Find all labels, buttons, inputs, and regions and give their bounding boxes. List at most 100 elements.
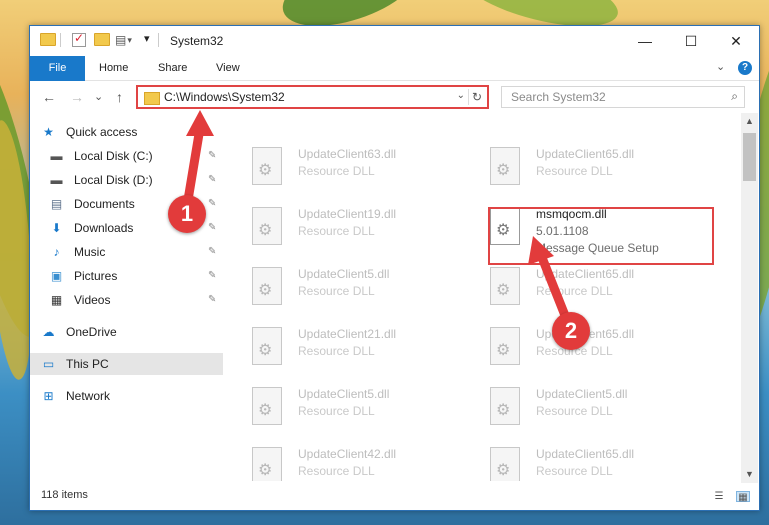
cloud-icon: ☁ — [42, 325, 55, 339]
separator — [158, 33, 159, 47]
highlight-box — [488, 207, 714, 265]
refresh-button[interactable]: ↻ — [468, 89, 485, 105]
sidebar-item[interactable]: ⊞ Network — [30, 385, 223, 407]
dll-file-icon — [252, 447, 282, 481]
file-item[interactable]: UpdateClient42.dll Resource DLL — [252, 443, 472, 481]
music-icon: ♪ — [53, 245, 60, 259]
file-item[interactable]: UpdateClient5.dll Resource DLL — [252, 383, 472, 433]
file-item[interactable]: UpdateClient63.dll Resource DLL — [252, 143, 472, 193]
file-item[interactable]: UpdateClient5.dll Resource DLL — [252, 263, 472, 313]
sidebar-item[interactable]: ▬ Local Disk (C:) ✎ — [30, 145, 223, 167]
network-icon: ⊞ — [43, 389, 54, 403]
customize-toolbar-icon[interactable]: ▤ ▾ — [115, 33, 132, 47]
minimize-button[interactable]: — — [622, 26, 668, 56]
dll-file-icon — [490, 267, 520, 305]
file-item[interactable]: UpdateClient65.dllResource DLL — [490, 143, 710, 193]
pin-icon[interactable]: ✎ — [208, 265, 216, 287]
file-name: UpdateClient5.dll — [298, 387, 390, 401]
file-type: Resource DLL — [536, 164, 613, 178]
search-input[interactable]: Search System32 ⌕ — [501, 86, 745, 108]
status-bar: 118 items ☰ ▦ — [30, 486, 759, 510]
pin-icon[interactable]: ✎ — [208, 289, 216, 311]
sidebar-item-label: OneDrive — [66, 325, 117, 339]
chevron-down-icon[interactable]: ⌄ — [457, 90, 465, 101]
file-list: UpdateClient63.dllResource DLLUpdateClie… — [225, 113, 741, 481]
file-item[interactable]: UpdateClient19.dll Resource DLL — [252, 203, 472, 253]
tab-view[interactable]: View — [216, 56, 240, 80]
address-path[interactable]: C:\Windows\System32 — [164, 90, 285, 104]
dll-file-icon — [490, 327, 520, 365]
dll-file-icon — [252, 327, 282, 365]
file-explorer-window: ▤▾ ▾ System32 — ☐ ✕ File Home Share View… — [29, 25, 760, 511]
item-count: 118 items — [41, 489, 88, 501]
tab-share[interactable]: Share — [158, 56, 187, 80]
drive-icon: ▬ — [50, 149, 63, 163]
file-name: UpdateClient5.dll — [536, 387, 628, 401]
pin-icon[interactable]: ✎ — [208, 169, 216, 191]
dll-file-icon — [252, 147, 282, 185]
details-view-icon[interactable]: ☰ — [712, 491, 726, 502]
navigation-pane: ★ Quick access ▬ Local Disk (C:) ✎ ▬ Local Dis… — [30, 121, 223, 481]
file-name: UpdateClient63.dll — [298, 147, 397, 161]
new-folder-icon[interactable] — [94, 33, 110, 46]
computer-icon: ▭ — [42, 357, 55, 371]
sidebar-item[interactable]: ♪ Music ✎ — [30, 241, 223, 263]
navigation-bar: ← → ⌄ ↑ C:\Windows\System32 ⌄ ↻ Search S… — [30, 81, 759, 113]
sidebar-item[interactable]: ▦ Videos ✎ — [30, 289, 223, 311]
help-icon[interactable]: ? — [738, 61, 752, 75]
quick-access-menu-icon[interactable]: ▾ — [144, 32, 150, 45]
sidebar-item[interactable]: ▣ Pictures ✎ — [30, 265, 223, 287]
pin-icon[interactable]: ✎ — [208, 193, 216, 215]
window-title: System32 — [170, 34, 224, 48]
sidebar-item-label: Local Disk (D:) — [74, 173, 153, 187]
vertical-scrollbar[interactable]: ▲ ▼ — [741, 113, 758, 483]
folder-icon — [40, 33, 56, 46]
title-bar: ▤▾ ▾ System32 — ☐ ✕ — [30, 26, 759, 56]
file-type: Resource DLL — [536, 404, 613, 418]
chevron-down-icon[interactable]: ▾ — [127, 35, 132, 46]
sidebar-item[interactable]: ▭ This PC — [30, 353, 223, 375]
properties-icon[interactable] — [72, 31, 86, 47]
file-name: UpdateClient42.dll — [298, 447, 397, 461]
sidebar-item[interactable]: ☁ OneDrive — [30, 321, 223, 343]
recent-locations-button[interactable]: ⌄ — [94, 90, 103, 103]
tab-home[interactable]: Home — [99, 56, 128, 80]
dll-file-icon — [252, 207, 282, 245]
scroll-thumb[interactable] — [743, 133, 756, 181]
documents-icon: ▤ — [50, 197, 63, 211]
videos-icon: ▦ — [50, 293, 63, 307]
file-item[interactable]: UpdateClient5.dll Resource DLL — [490, 383, 710, 433]
up-button[interactable]: ↑ — [116, 89, 123, 105]
scroll-up-icon[interactable]: ▲ — [741, 113, 758, 130]
pin-icon[interactable]: ✎ — [208, 241, 216, 263]
file-type: Resource DLL — [298, 164, 375, 178]
separator — [60, 33, 61, 47]
maximize-button[interactable]: ☐ — [668, 26, 714, 56]
pin-icon[interactable]: ✎ — [208, 217, 216, 239]
file-type: Resource DLL — [298, 404, 375, 418]
sidebar-item-label: Quick access — [66, 125, 138, 139]
file-item[interactable]: UpdateClient21.dll Resource DLL — [252, 323, 472, 373]
file-type: Resource DLL — [536, 284, 613, 298]
step-badge-2: 2 — [552, 312, 590, 350]
file-type: Resource DLL — [298, 284, 375, 298]
address-bar[interactable]: C:\Windows\System32 ⌄ ↻ — [136, 85, 489, 109]
forward-button[interactable]: → — [70, 89, 84, 105]
file-name: UpdateClient19.dll — [298, 207, 397, 221]
file-name: UpdateClient65.dll — [536, 267, 635, 281]
download-icon: ⬇ — [51, 221, 62, 235]
file-item[interactable]: UpdateClient65.dllResource DLL — [490, 443, 710, 481]
expand-ribbon-icon[interactable]: ⌄ — [716, 60, 725, 73]
file-item[interactable]: UpdateClient65.dllResource DLL — [490, 323, 710, 373]
folder-icon — [144, 92, 160, 105]
back-button[interactable]: ← — [42, 89, 56, 105]
large-icons-view-icon[interactable]: ▦ — [736, 491, 750, 503]
pin-icon[interactable]: ✎ — [208, 145, 216, 167]
close-button[interactable]: ✕ — [713, 26, 759, 56]
scroll-down-icon[interactable]: ▼ — [741, 466, 758, 483]
dll-file-icon — [252, 267, 282, 305]
sidebar-item[interactable]: ★ Quick access — [30, 121, 223, 143]
search-icon[interactable]: ⌕ — [731, 89, 738, 104]
sidebar-item[interactable]: ▬ Local Disk (D:) ✎ — [30, 169, 223, 191]
file-item[interactable]: UpdateClient65.dll Resource DLL — [490, 263, 710, 313]
